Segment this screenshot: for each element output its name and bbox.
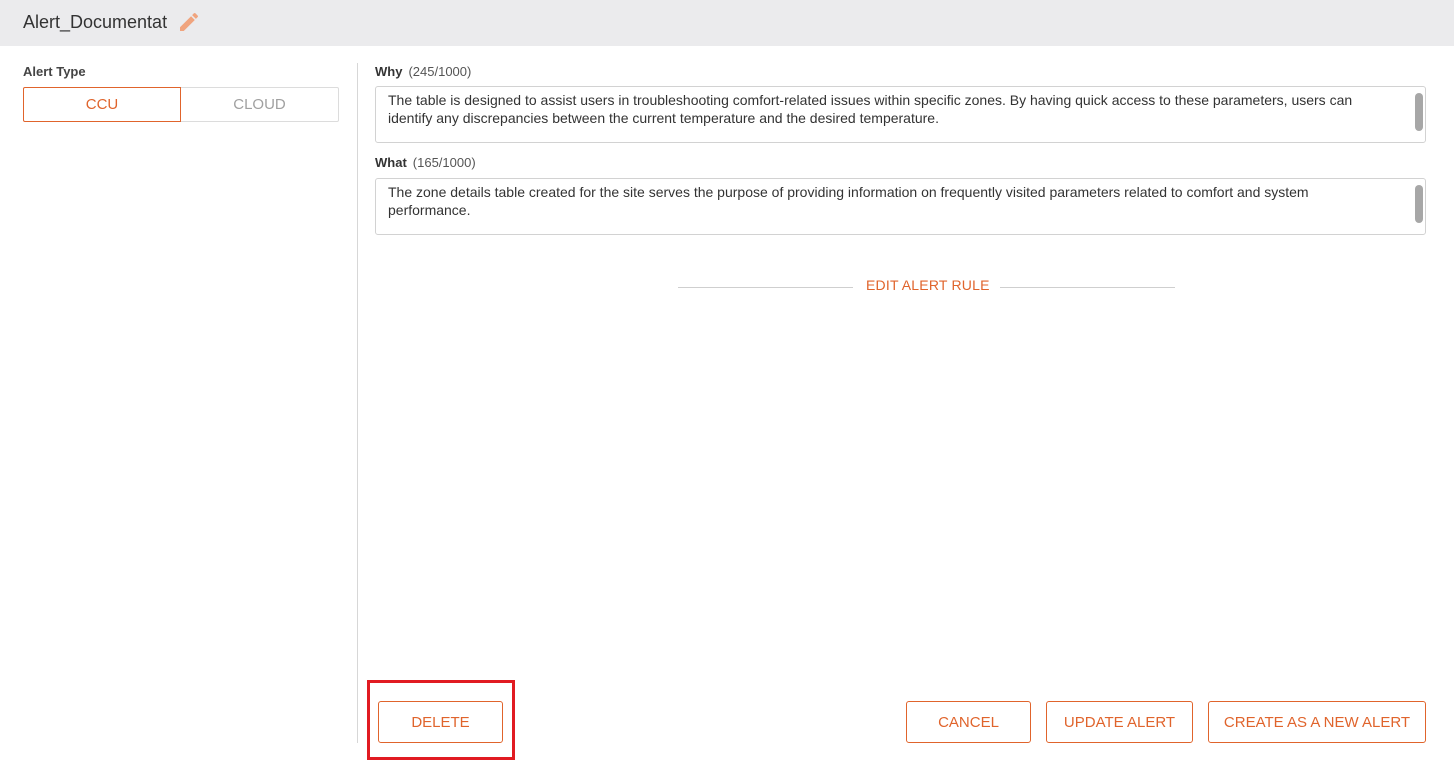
why-label-row: Why (245/1000) — [375, 64, 471, 79]
vertical-divider — [357, 63, 358, 743]
alert-type-label: Alert Type — [23, 64, 86, 79]
rule-divider-left — [678, 287, 853, 288]
delete-button[interactable]: DELETE — [378, 701, 503, 743]
what-text: The zone details table created for the s… — [388, 184, 1309, 218]
what-textarea[interactable]: The zone details table created for the s… — [375, 178, 1426, 235]
what-scrollbar[interactable] — [1415, 185, 1423, 223]
cancel-button[interactable]: CANCEL — [906, 701, 1031, 743]
alert-title: Alert_Documentat — [23, 12, 168, 32]
why-textarea[interactable]: The table is designed to assist users in… — [375, 86, 1426, 143]
why-text: The table is designed to assist users in… — [388, 92, 1353, 126]
why-label: Why — [375, 64, 403, 79]
pencil-icon[interactable] — [177, 10, 201, 34]
alert-type-ccu-button[interactable]: CCU — [23, 87, 181, 122]
why-scrollbar[interactable] — [1415, 93, 1423, 131]
what-label: What — [375, 155, 407, 170]
alert-type-cloud-button[interactable]: CLOUD — [181, 87, 339, 122]
what-label-row: What (165/1000) — [375, 155, 476, 170]
create-new-alert-button[interactable]: CREATE AS A NEW ALERT — [1208, 701, 1426, 743]
update-alert-button[interactable]: UPDATE ALERT — [1046, 701, 1193, 743]
what-char-count: (165/1000) — [412, 155, 476, 170]
rule-divider-right — [1000, 287, 1175, 288]
edit-alert-rule-link[interactable]: EDIT ALERT RULE — [866, 277, 990, 293]
why-char-count: (245/1000) — [408, 64, 472, 79]
page-header: Alert_Documentat — [0, 0, 1454, 46]
